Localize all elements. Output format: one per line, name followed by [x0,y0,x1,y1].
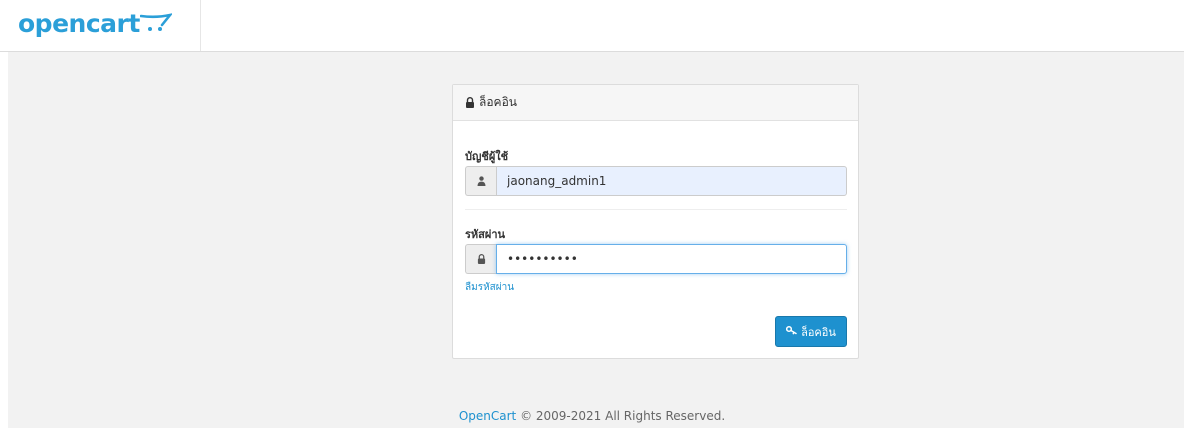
logo-text: opencart [18,9,140,38]
login-button[interactable]: ล็อคอิน [775,316,847,347]
lock-icon [465,97,475,108]
forgot-password-link[interactable]: ลืมรหัสผ่าน [465,280,514,295]
panel-title: ล็อคอิน [479,95,517,109]
form-divider [465,209,847,210]
cart-icon [140,13,172,31]
password-field[interactable] [496,244,847,274]
panel-heading: ล็อคอิน [453,85,858,121]
username-label: บัญชีผู้ใช้ [465,150,509,163]
login-panel: ล็อคอิน บัญชีผู้ใช้ รหัสผ่าน ลืมรหัสผ่าน [452,84,859,359]
copyright-text: © 2009-2021 All Rights Reserved. [516,409,726,423]
opencart-link[interactable]: OpenCart [459,409,516,423]
top-header: opencart [0,0,1184,52]
footer: OpenCart © 2009-2021 All Rights Reserved… [0,409,1184,423]
password-group [465,244,847,274]
username-group [465,166,847,196]
key-icon [786,325,797,338]
user-icon [465,166,496,196]
username-field[interactable] [496,166,847,196]
password-label: รหัสผ่าน [465,228,506,241]
lock-icon [465,244,496,274]
logo[interactable]: opencart [0,0,201,51]
login-button-label: ล็อคอิน [801,325,836,339]
